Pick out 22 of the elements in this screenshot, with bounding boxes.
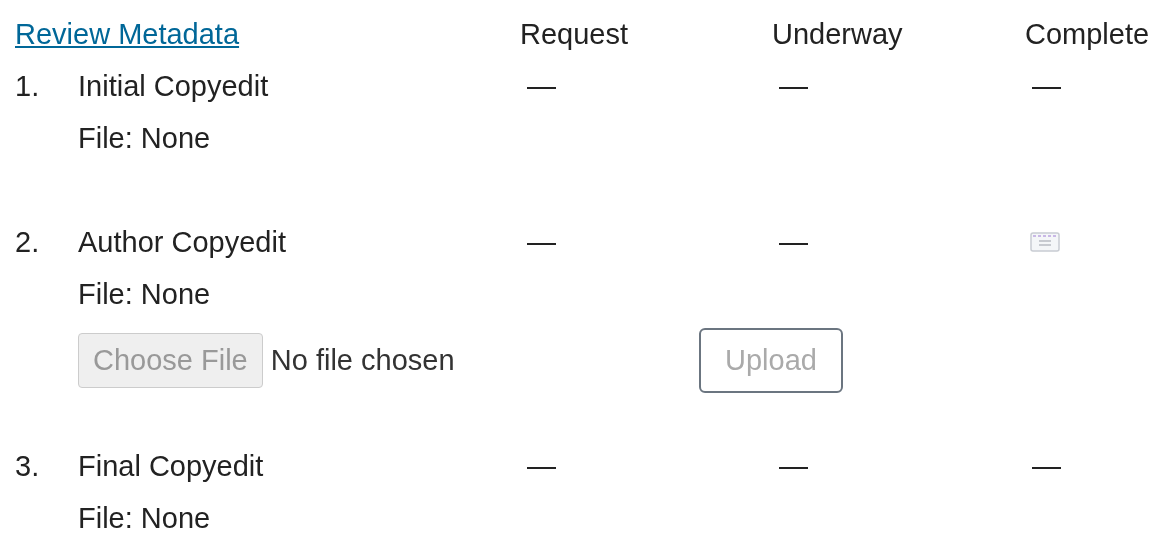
review-metadata-link[interactable]: Review Metadata	[15, 17, 240, 51]
status-dash: —	[779, 69, 808, 103]
column-header: Underway	[772, 17, 903, 51]
step-title: Author Copyedit	[78, 225, 286, 259]
step-title: Final Copyedit	[78, 449, 264, 483]
column-header: Request	[520, 17, 628, 51]
status-dash: —	[1032, 69, 1061, 103]
column-header: Complete	[1025, 17, 1149, 51]
file-label: File: None	[77, 501, 212, 536]
file-status: No file chosen	[270, 343, 455, 377]
step-title: Initial Copyedit	[78, 69, 269, 103]
status-dash: —	[527, 225, 556, 259]
file-label: File: None	[77, 121, 212, 156]
step-number: 1.	[15, 69, 41, 103]
step-number: 2.	[15, 225, 41, 259]
status-dash: —	[1032, 449, 1061, 483]
status-dash: —	[779, 449, 808, 483]
status-dash: —	[527, 69, 556, 103]
file-label: File: None	[77, 277, 212, 312]
step-number: 3.	[15, 449, 41, 483]
status-dash: —	[527, 449, 556, 483]
status-dash: —	[779, 225, 808, 259]
